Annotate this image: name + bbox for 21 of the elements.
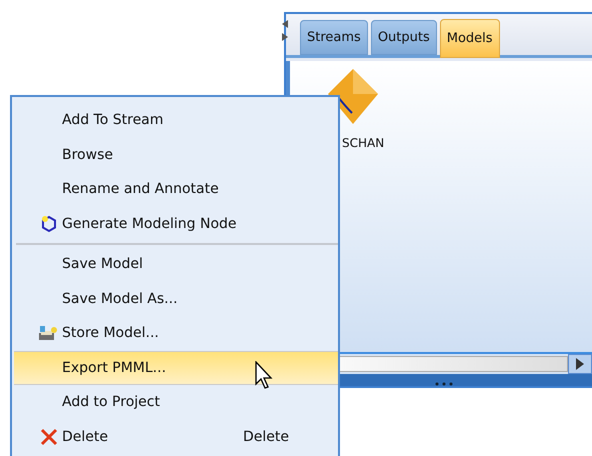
menu-item[interactable]: Browse (14, 138, 338, 172)
node-label: SCHAN (342, 136, 384, 150)
tab[interactable]: Outputs (370, 20, 437, 55)
right-arrow-icon[interactable] (576, 358, 584, 370)
menu-item[interactable]: Delete Delete (14, 420, 338, 454)
shortcut-label: Delete (243, 428, 289, 445)
menu-item[interactable]: Save Model As... (14, 282, 338, 316)
collapse-arrows-icon[interactable] (282, 20, 288, 42)
pointer-cursor-icon (255, 361, 275, 391)
tab[interactable]: Models (440, 19, 500, 58)
hexagon-icon (40, 214, 58, 233)
menu-item[interactable]: Rename and Annotate (14, 172, 338, 206)
menu-item[interactable]: Export PMML... (14, 350, 338, 385)
menu-item[interactable]: Add To Stream (14, 103, 338, 138)
menu-item[interactable]: Generate Modeling Node (14, 206, 338, 241)
tab[interactable]: Streams (300, 20, 368, 55)
menu-item[interactable]: Save Model (14, 247, 338, 282)
menu-item[interactable]: Add to Project (14, 385, 338, 420)
storage-icon (36, 324, 58, 342)
close-icon (40, 428, 58, 446)
menu-item[interactable]: Store Model... (14, 316, 338, 350)
